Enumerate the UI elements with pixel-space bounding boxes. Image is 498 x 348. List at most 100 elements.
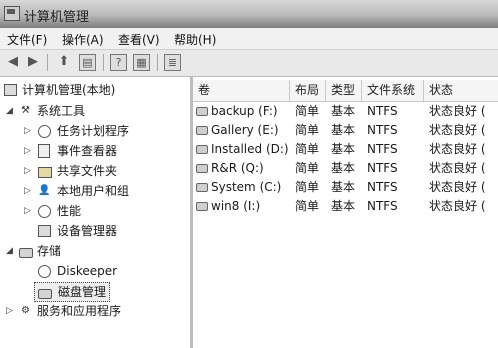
- menu-action[interactable]: 操作(A): [62, 31, 104, 48]
- device-manager-icon: [38, 225, 51, 237]
- table-row[interactable]: R&R (Q:) 简单 基本 NTFS 状态良好 (: [193, 159, 498, 178]
- cell-filesystem: NTFS: [367, 161, 398, 175]
- tree-label: 服务和应用程序: [37, 304, 122, 318]
- collapsed-arrow-icon[interactable]: ▷: [24, 122, 31, 140]
- export-list-icon[interactable]: ≣: [164, 54, 181, 71]
- cell-status: 状态良好 (: [429, 180, 486, 194]
- toolbar-separator: [47, 54, 48, 71]
- cell-filesystem: NTFS: [367, 199, 398, 213]
- tree-node-performance[interactable]: ▷ 性能: [24, 202, 188, 220]
- cell-volume: R&R (Q:): [211, 161, 264, 175]
- menu-file[interactable]: 文件(F): [7, 31, 47, 48]
- navigation-tree: 计算机管理(本地) ◢ ⚒ 系统工具 ▷ 任务计划程序 ▷ 事件查看器 ▷ 共享…: [0, 77, 193, 348]
- collapsed-arrow-icon[interactable]: ▷: [24, 202, 31, 220]
- cell-volume: backup (F:): [211, 104, 278, 118]
- help-icon[interactable]: ?: [110, 54, 127, 71]
- tree-node-disk-management[interactable]: 磁盘管理: [34, 282, 111, 302]
- tree-node-diskeeper[interactable]: Diskeeper: [38, 262, 188, 280]
- cell-volume: Gallery (E:): [211, 123, 279, 137]
- column-header-layout[interactable]: 布局: [290, 80, 326, 101]
- cell-status: 状态良好 (: [429, 104, 486, 118]
- tree-node-task-scheduler[interactable]: ▷ 任务计划程序: [24, 122, 188, 140]
- tree-node-system-tools[interactable]: ◢ ⚒ 系统工具: [6, 102, 186, 120]
- table-row[interactable]: Gallery (E:) 简单 基本 NTFS 状态良好 (: [193, 121, 498, 140]
- table-row[interactable]: win8 (I:) 简单 基本 NTFS 状态良好 (: [193, 197, 498, 216]
- back-arrow-icon[interactable]: ◀: [4, 53, 22, 71]
- tree-label: 任务计划程序: [57, 124, 130, 138]
- toolbar-separator: [157, 54, 158, 71]
- tools-icon: ⚒: [21, 105, 30, 116]
- storage-icon: [19, 248, 33, 258]
- column-header-status[interactable]: 状态: [424, 80, 498, 101]
- expanded-arrow-icon[interactable]: ◢: [6, 102, 13, 120]
- menu-help[interactable]: 帮助(H): [174, 31, 216, 48]
- cell-volume: System (C:): [211, 180, 282, 194]
- volume-list: backup (F:) 简单 基本 NTFS 状态良好 ( Gallery (E…: [193, 102, 498, 348]
- tree-label: 事件查看器: [57, 144, 118, 158]
- volume-icon: [196, 145, 208, 154]
- cell-layout: 简单: [295, 199, 320, 213]
- forward-arrow-icon[interactable]: ▶: [24, 53, 42, 71]
- collapsed-arrow-icon[interactable]: ▷: [24, 162, 31, 180]
- properties-icon[interactable]: ▦: [133, 54, 150, 71]
- volume-list-header: 卷 布局 类型 文件系统 状态: [193, 80, 498, 102]
- cell-status: 状态良好 (: [429, 142, 486, 156]
- tree-label: 共享文件夹: [57, 164, 118, 178]
- cell-status: 状态良好 (: [429, 199, 486, 213]
- tree-node-storage[interactable]: ◢ 存储: [6, 242, 186, 260]
- volume-icon: [196, 164, 208, 173]
- column-header-type[interactable]: 类型: [326, 80, 362, 101]
- cell-layout: 简单: [295, 180, 320, 194]
- collapsed-arrow-icon[interactable]: ▷: [6, 302, 13, 320]
- cell-filesystem: NTFS: [367, 180, 398, 194]
- tree-root-node[interactable]: 计算机管理(本地): [4, 81, 188, 99]
- volume-icon: [196, 202, 208, 211]
- collapsed-arrow-icon[interactable]: ▷: [24, 182, 31, 200]
- table-row[interactable]: System (C:) 简单 基本 NTFS 状态良好 (: [193, 178, 498, 197]
- tree-label: Diskeeper: [57, 264, 118, 278]
- volume-icon: [196, 183, 208, 192]
- tree-label: 磁盘管理: [58, 285, 107, 299]
- volume-icon: [196, 107, 208, 116]
- tree-root-label: 计算机管理(本地): [22, 83, 116, 97]
- volume-icon: [196, 126, 208, 135]
- tree-node-device-manager[interactable]: 设备管理器: [38, 222, 188, 240]
- tree-label: 存储: [37, 244, 62, 258]
- expanded-arrow-icon[interactable]: ◢: [6, 242, 13, 260]
- column-header-volume[interactable]: 卷: [193, 80, 290, 101]
- tree-label: 系统工具: [37, 104, 86, 118]
- window-title: 计算机管理: [24, 10, 90, 25]
- table-row[interactable]: backup (F:) 简单 基本 NTFS 状态良好 (: [193, 102, 498, 121]
- table-row[interactable]: Installed (D:) 简单 基本 NTFS 状态良好 (: [193, 140, 498, 159]
- cell-filesystem: NTFS: [367, 104, 398, 118]
- cell-type: 基本: [331, 199, 356, 213]
- computer-icon: [4, 84, 17, 96]
- cell-type: 基本: [331, 104, 356, 118]
- tree-node-services[interactable]: ▷ ⚙ 服务和应用程序: [6, 302, 186, 320]
- tree-node-local-users[interactable]: ▷ 👤 本地用户和组: [24, 182, 188, 200]
- cell-layout: 简单: [295, 161, 320, 175]
- collapsed-arrow-icon[interactable]: ▷: [24, 142, 31, 160]
- tree-label: 本地用户和组: [57, 184, 130, 198]
- up-folder-icon[interactable]: ⬆: [55, 53, 73, 71]
- users-icon: 👤: [38, 185, 51, 196]
- toolbar: ◀ ▶ ⬆ ▤ ? ▦ ≣: [0, 50, 498, 77]
- cell-type: 基本: [331, 142, 356, 156]
- title-bar: 计算机管理: [0, 0, 498, 28]
- tree-label: 设备管理器: [57, 224, 118, 238]
- menu-view[interactable]: 查看(V): [118, 31, 160, 48]
- disk-management-icon: [38, 289, 52, 299]
- shared-folder-icon: [38, 167, 52, 178]
- show-hide-tree-icon[interactable]: ▤: [79, 54, 96, 71]
- cell-status: 状态良好 (: [429, 161, 486, 175]
- cell-layout: 简单: [295, 142, 320, 156]
- menu-bar: 文件(F) 操作(A) 查看(V) 帮助(H): [0, 28, 498, 50]
- cell-status: 状态良好 (: [429, 123, 486, 137]
- cell-volume: Installed (D:): [211, 142, 289, 156]
- tree-node-shared-folders[interactable]: ▷ 共享文件夹: [24, 162, 188, 180]
- cell-type: 基本: [331, 161, 356, 175]
- column-header-filesystem[interactable]: 文件系统: [362, 80, 424, 101]
- tree-node-event-viewer[interactable]: ▷ 事件查看器: [24, 142, 188, 160]
- tree-label: 性能: [57, 204, 82, 218]
- cell-filesystem: NTFS: [367, 142, 398, 156]
